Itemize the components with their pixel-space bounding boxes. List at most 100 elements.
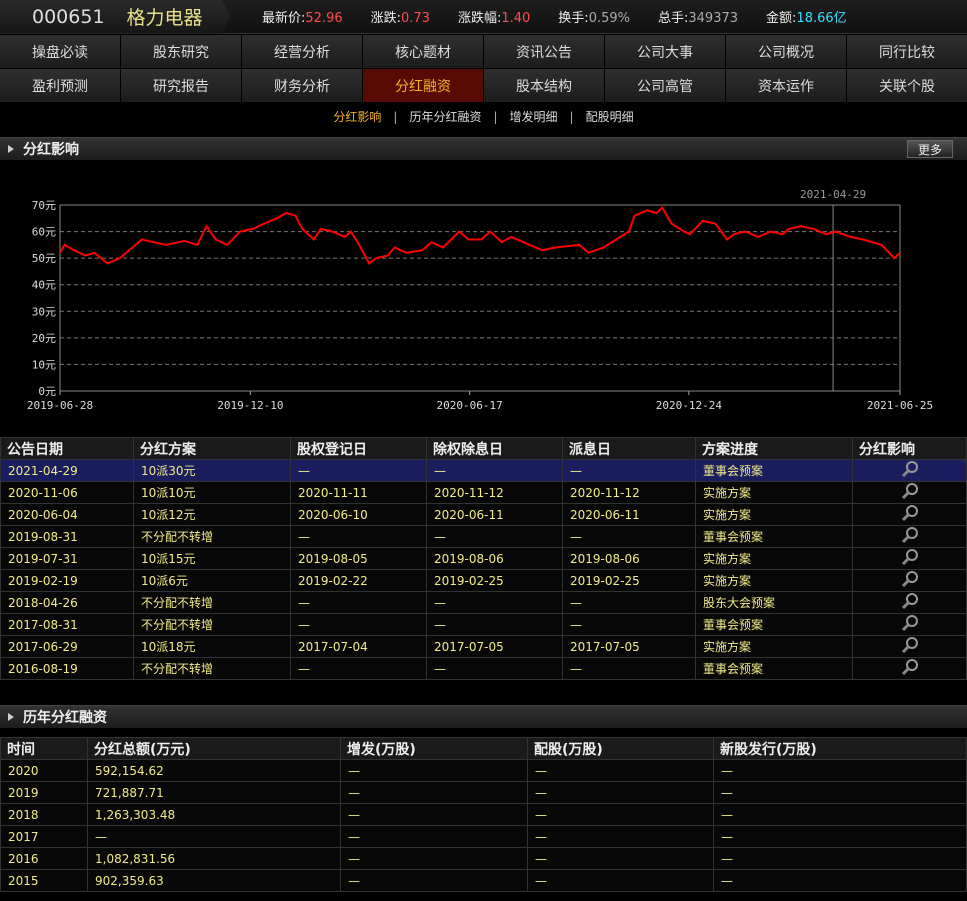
nav-tab[interactable]: 公司高管 — [605, 69, 725, 102]
table-row[interactable]: 2020-11-06 10派10元 2020-11-11 2020-11-12 2020… — [0, 481, 967, 504]
table-cell: 10派10元 — [133, 481, 291, 504]
table-cell: 2020-11-11 — [290, 481, 427, 504]
table-cell: — — [562, 591, 696, 614]
separator: | — [569, 110, 574, 124]
nav-tab[interactable]: 资讯公告 — [484, 35, 604, 68]
table-cell: 2020-06-04 — [0, 503, 134, 526]
table-row[interactable]: 2016-08-19 不分配不转增 — — — 董事会预案 — [0, 657, 967, 680]
nav-tab[interactable]: 关联个股 — [847, 69, 967, 102]
table-row[interactable]: 2015 902,359.63— — — — [0, 869, 967, 892]
nav-tab[interactable]: 盈利预测 — [0, 69, 120, 102]
section-header-history: 历年分红融资 — [0, 705, 967, 728]
impact-cell — [852, 503, 967, 526]
table-row[interactable]: 2017-08-31 不分配不转增 — — — 董事会预案 — [0, 613, 967, 636]
table-cell: — — [713, 869, 967, 892]
quote-field: 最新价:52.96 — [262, 7, 343, 26]
table-cell: 2020-11-06 — [0, 481, 134, 504]
section-header-dividend-impact: 分红影响 更多 — [0, 137, 967, 160]
table-row[interactable]: 2017-06-29 10派18元 2017-07-04 2017-07-05 2017… — [0, 635, 967, 658]
x-tick-label: 2019-06-28 — [27, 399, 93, 412]
table-row[interactable]: 2018-04-26 不分配不转增 — — — 股东大会预案 — [0, 591, 967, 614]
magnifier-icon[interactable] — [901, 482, 919, 500]
price-line — [59, 206, 901, 266]
subnav-link[interactable]: 增发明细 — [510, 110, 558, 124]
table-cell: 2019-08-31 — [0, 525, 134, 548]
subnav-link[interactable]: 配股明细 — [586, 110, 634, 124]
nav-tab[interactable]: 公司概况 — [726, 35, 846, 68]
table-cell: 2019-08-06 — [426, 547, 563, 570]
nav-tab[interactable]: 操盘必读 — [0, 35, 120, 68]
x-tick-label: 2021-06-25 — [867, 399, 933, 412]
table-cell: — — [426, 613, 563, 636]
table-cell: 实施方案 — [695, 503, 853, 526]
separator: | — [393, 110, 398, 124]
table-cell: 2016 — [0, 847, 88, 870]
nav-tab[interactable]: 股本结构 — [484, 69, 604, 102]
magnifier-icon[interactable] — [901, 570, 919, 588]
quote-field: 涨跌:0.73 — [371, 7, 430, 26]
more-button[interactable]: 更多 — [907, 140, 953, 158]
table-cell: 2019 — [0, 781, 88, 804]
table-row[interactable]: 2018 1,263,303.48— — — — [0, 803, 967, 826]
magnifier-icon[interactable] — [901, 460, 919, 478]
y-tick-label: 50元 — [32, 252, 56, 265]
nav-tab[interactable]: 股东研究 — [121, 35, 241, 68]
table-cell: 2016-08-19 — [0, 657, 134, 680]
nav-tab[interactable]: 经营分析 — [242, 35, 362, 68]
table-cell: 不分配不转增 — [133, 657, 291, 680]
section-title: 分红影响 — [23, 142, 79, 158]
table-row[interactable]: 2021-04-29 10派30元 — — — 董事会预案 — [0, 459, 967, 482]
quote-value: 0.73 — [401, 11, 430, 26]
table-cell: 2020-11-12 — [426, 481, 563, 504]
quote-label: 金额: — [766, 11, 797, 26]
table-cell: 2018 — [0, 803, 88, 826]
impact-cell — [852, 481, 967, 504]
section-title: 历年分红融资 — [23, 710, 107, 726]
table-cell: 10派18元 — [133, 635, 291, 658]
table-row[interactable]: 2020-06-04 10派12元 2020-06-10 2020-06-11 2020… — [0, 503, 967, 526]
table-cell: 2020 — [0, 759, 88, 782]
table-cell: 股东大会预案 — [695, 591, 853, 614]
subnav-link[interactable]: 历年分红融资 — [409, 110, 481, 124]
nav-tab[interactable]: 核心题材 — [363, 35, 483, 68]
table-row[interactable]: 2019-02-19 10派6元 2019-02-22 2019-02-25 2019-… — [0, 569, 967, 592]
table-row[interactable]: 2019 721,887.71— — — — [0, 781, 967, 804]
nav-tab[interactable]: 公司大事 — [605, 35, 725, 68]
magnifier-icon[interactable] — [901, 636, 919, 654]
subnav-link[interactable]: 分红影响 — [333, 110, 381, 124]
y-tick-label: 70元 — [32, 199, 56, 212]
main-nav: 操盘必读 股东研究 经营分析 核心题材 资讯公告 公司大事 公司概况 同行比较 盈利预测 研究报… — [0, 35, 967, 103]
magnifier-icon[interactable] — [901, 526, 919, 544]
x-tick-label: 2019-12-10 — [217, 399, 283, 412]
table-cell: — — [713, 759, 967, 782]
table-cell: 2017 — [0, 825, 88, 848]
nav-tab[interactable]: 资本运作 — [726, 69, 846, 102]
nav-tab[interactable]: 分红融资 — [363, 69, 483, 102]
nav-tab[interactable]: 同行比较 — [847, 35, 967, 68]
magnifier-icon[interactable] — [901, 614, 919, 632]
table-cell: — — [713, 847, 967, 870]
y-tick-label: 20元 — [32, 332, 56, 345]
table-cell: — — [426, 591, 563, 614]
table-cell: — — [527, 869, 714, 892]
table-row[interactable]: 2019-08-31 不分配不转增 — — — 董事会预案 — [0, 525, 967, 548]
table-cell: 2017-07-05 — [426, 635, 563, 658]
magnifier-icon[interactable] — [901, 548, 919, 566]
table-cell: 董事会预案 — [695, 525, 853, 548]
table-cell: — — [340, 781, 528, 804]
table-row[interactable]: 2020 592,154.62— — — — [0, 759, 967, 782]
table-row[interactable]: 2017— — — — — [0, 825, 967, 848]
nav-tab[interactable]: 财务分析 — [242, 69, 362, 102]
nav-tab[interactable]: 研究报告 — [121, 69, 241, 102]
table-row[interactable]: 2016 1,082,831.56— — — — [0, 847, 967, 870]
table-cell: — — [340, 825, 528, 848]
quote-label: 涨跌幅: — [457, 11, 502, 26]
quote-label: 最新价: — [262, 11, 306, 26]
y-tick-label: 40元 — [32, 279, 56, 292]
magnifier-icon[interactable] — [901, 504, 919, 522]
column-header: 股权登记日 — [290, 437, 427, 460]
table-row[interactable]: 2019-07-31 10派15元 2019-08-05 2019-08-06 2019… — [0, 547, 967, 570]
magnifier-icon[interactable] — [901, 658, 919, 676]
magnifier-icon[interactable] — [901, 592, 919, 610]
table-cell: 2021-04-29 — [0, 459, 134, 482]
